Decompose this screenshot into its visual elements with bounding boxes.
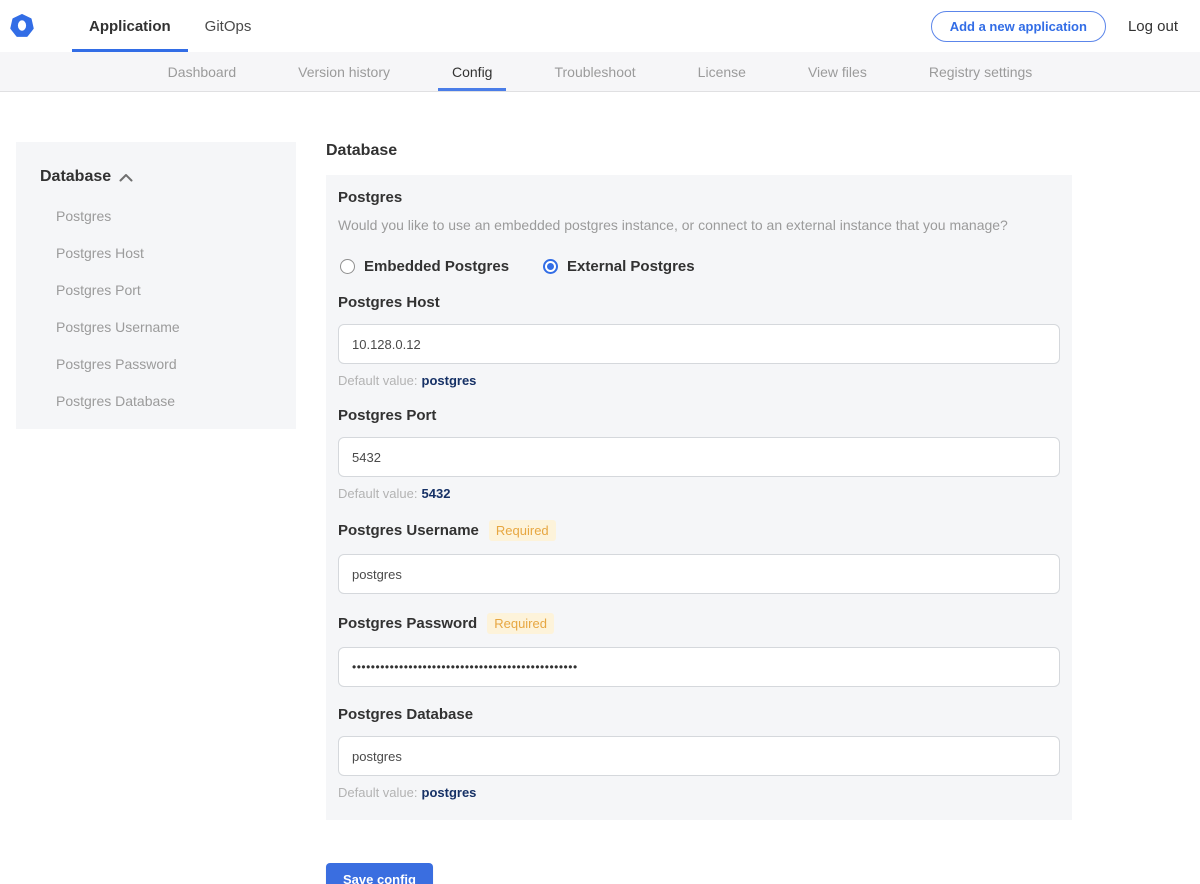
field-label-postgres: Postgres [338,189,1060,206]
radio-embedded-postgres[interactable]: Embedded Postgres [340,258,509,275]
sidebar-item-postgres-username[interactable]: Postgres Username [56,319,278,335]
config-group-title: Database [326,142,398,159]
radio-external-label: External Postgres [567,258,695,275]
tab-application[interactable]: Application [72,0,188,52]
subnav-troubleshoot[interactable]: Troubleshoot [554,52,635,91]
top-tabs: Application GitOps [72,0,268,52]
postgres-radio-group: Embedded Postgres External Postgres [340,258,1060,275]
sidebar-item-postgres-database[interactable]: Postgres Database [56,393,278,409]
config-sidebar: Database Postgres Postgres Host Postgres… [16,142,296,429]
subnav-dashboard[interactable]: Dashboard [168,52,237,91]
logout-link[interactable]: Log out [1128,18,1178,35]
subnav-config-label: Config [452,63,493,80]
tab-application-label: Application [89,17,171,35]
tab-gitops[interactable]: GitOps [188,0,269,52]
required-badge: Required [487,613,554,634]
chevron-up-icon [119,173,133,182]
app-subnav: Dashboard Version history Config Trouble… [0,52,1200,92]
subnav-version-history-label: Version history [298,63,390,80]
field-description: Would you like to use an embedded postgr… [338,217,1008,233]
radio-selected-icon [543,259,559,274]
config-page: Database Postgres Postgres Host Postgres… [0,142,1200,884]
sidebar-item-postgres-password[interactable]: Postgres Password [56,356,278,372]
postgres-host-input[interactable] [338,324,1060,364]
subnav-dashboard-label: Dashboard [167,63,237,80]
save-row: Save config [326,863,1072,884]
topbar-right: Add a new application Log out [930,0,1200,52]
postgres-database-input[interactable] [338,736,1060,776]
postgres-username-input[interactable] [338,554,1060,594]
subnav-config[interactable]: Config [437,52,508,91]
radio-embedded-label: Embedded Postgres [364,258,510,275]
sidebar-group-database[interactable]: Database [40,168,278,186]
default-value-text: postgres [421,373,477,388]
kots-logo-icon [10,14,34,38]
subnav-registry-settings-label: Registry settings [928,63,1033,80]
subnav-license-label: License [697,63,746,80]
field-label-text: Postgres Username [338,522,479,539]
default-value-prefix: Default value: [338,486,418,501]
postgres-port-input[interactable] [338,437,1060,477]
sidebar-item-postgres[interactable]: Postgres [56,208,278,224]
sidebar-item-postgres-port[interactable]: Postgres Port [56,282,278,298]
top-navbar: Application GitOps Add a new application… [0,0,1200,52]
subnav-view-files[interactable]: View files [808,52,867,91]
sidebar-item-postgres-host[interactable]: Postgres Host [56,245,278,261]
subnav-troubleshoot-label: Troubleshoot [554,63,636,80]
field-label-postgres-username: Postgres Username Required [338,520,1060,541]
field-label-text: Postgres [338,189,403,206]
subnav-version-history[interactable]: Version history [298,52,390,91]
radio-external-postgres[interactable]: External Postgres [543,258,695,275]
field-label-text: Postgres Password [338,615,478,632]
subnav-view-files-label: View files [807,63,867,80]
save-config-button[interactable]: Save config [326,863,433,884]
default-value-text: 5432 [421,486,451,501]
field-label-text: Postgres Host [338,294,440,311]
field-label-postgres-database: Postgres Database [338,706,1060,723]
default-value-text: postgres [421,785,477,800]
subnav-license[interactable]: License [698,52,746,91]
required-badge: Required [488,520,556,541]
field-label-postgres-host: Postgres Host [338,294,1060,311]
postgres-password-input[interactable] [338,647,1060,687]
field-label-text: Postgres Port [338,407,437,424]
subnav-registry-settings[interactable]: Registry settings [929,52,1032,91]
default-value-prefix: Default value: [338,785,418,800]
add-application-button[interactable]: Add a new application [930,10,1106,42]
tab-gitops-label: GitOps [204,17,252,35]
config-main: Database Postgres Would you like to use … [326,142,1072,884]
app-logo[interactable] [0,0,34,52]
radio-unselected-icon [340,259,355,274]
config-group-panel: Postgres Would you like to use an embedd… [326,175,1072,820]
field-label-text: Postgres Database [338,706,474,723]
field-label-postgres-password: Postgres Password Required [338,613,1060,634]
default-value-helper: Default value: 5432 [338,486,1060,501]
default-value-helper: Default value: postgres [338,373,1060,388]
default-value-prefix: Default value: [338,373,418,388]
sidebar-group-label: Database [40,168,112,185]
field-label-postgres-port: Postgres Port [338,407,1060,424]
sidebar-item-list: Postgres Postgres Host Postgres Port Pos… [56,208,278,409]
default-value-helper: Default value: postgres [338,785,1060,800]
